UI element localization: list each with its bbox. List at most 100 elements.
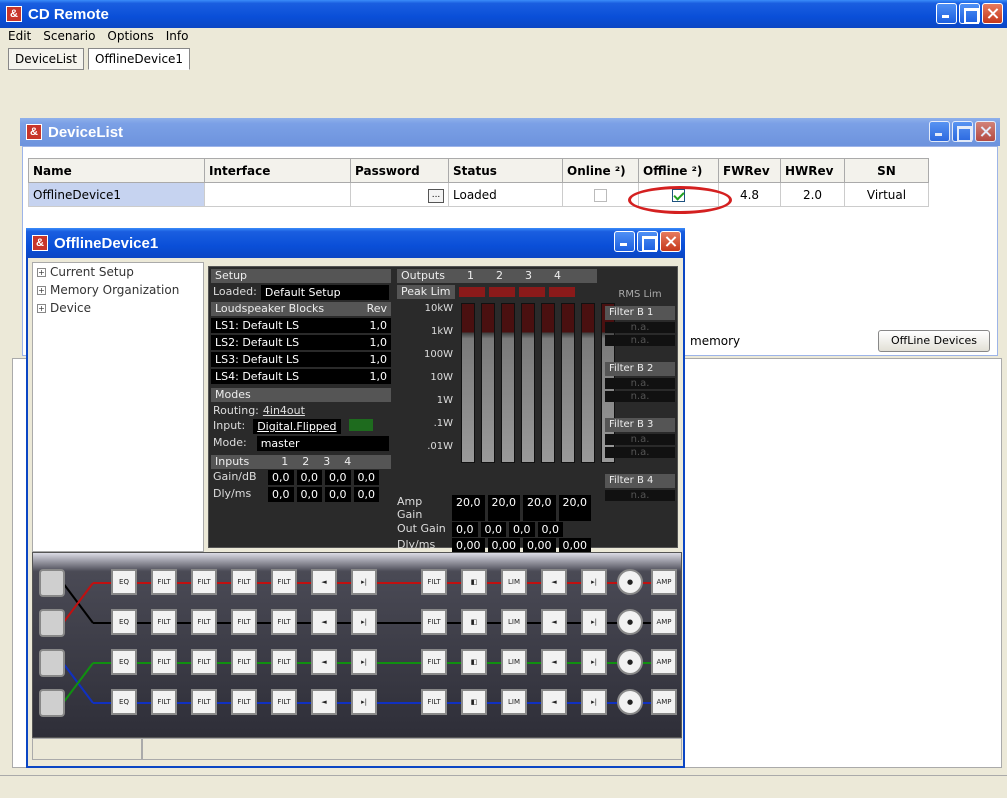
delay-block[interactable]: ▸| bbox=[351, 689, 377, 715]
out-gain-value[interactable]: 0,0 bbox=[480, 522, 506, 537]
delay-block[interactable]: ▸| bbox=[351, 649, 377, 675]
col-hwrev[interactable]: HWRev bbox=[780, 158, 845, 183]
filter-block[interactable]: FILT bbox=[271, 689, 297, 715]
gain-value[interactable]: 0,0 bbox=[268, 470, 294, 485]
offline-close-button[interactable] bbox=[660, 231, 681, 252]
filter-block[interactable]: FILT bbox=[151, 609, 177, 635]
dly-value[interactable]: 0,0 bbox=[296, 487, 322, 502]
tab-offlinedevice1[interactable]: OfflineDevice1 bbox=[88, 48, 191, 70]
online-checkbox[interactable] bbox=[594, 188, 607, 202]
password-button[interactable]: ... bbox=[428, 189, 444, 203]
table-row[interactable]: OfflineDevice1 ... Loaded 4.8 2.0 Virtua… bbox=[28, 182, 929, 207]
ls-row[interactable]: LS4: Default LS 1,0 bbox=[211, 369, 391, 384]
offline-maximize-button[interactable] bbox=[637, 231, 658, 252]
expand-icon[interactable]: + bbox=[37, 303, 46, 313]
filter-block[interactable]: FILT bbox=[151, 569, 177, 595]
input-connector-4[interactable] bbox=[39, 689, 65, 717]
menu-scenario[interactable]: Scenario bbox=[43, 29, 95, 43]
col-offline[interactable]: Offline ²) bbox=[638, 158, 719, 183]
dly-value[interactable]: 0,0 bbox=[268, 487, 294, 502]
limiter-block[interactable]: LIM bbox=[501, 569, 527, 595]
delay-block[interactable]: ▸| bbox=[351, 609, 377, 635]
eq-block[interactable]: EQ bbox=[111, 649, 137, 675]
filter-block[interactable]: FILT bbox=[151, 689, 177, 715]
offline-minimize-button[interactable] bbox=[614, 231, 635, 252]
output-gain-block[interactable]: ◄ bbox=[541, 569, 567, 595]
tree-item-device[interactable]: + Device bbox=[33, 299, 203, 317]
filter-block[interactable]: FILT bbox=[231, 649, 257, 675]
speaker-block[interactable]: ◧ bbox=[461, 609, 487, 635]
gain-block[interactable]: ◄ bbox=[311, 609, 337, 635]
eq-block[interactable]: EQ bbox=[111, 569, 137, 595]
filter-block[interactable]: FILT bbox=[271, 569, 297, 595]
expand-icon[interactable]: + bbox=[37, 267, 46, 277]
cell-password[interactable]: ... bbox=[350, 182, 449, 207]
output-delay-block[interactable]: ▸| bbox=[581, 689, 607, 715]
col-online[interactable]: Online ²) bbox=[562, 158, 639, 183]
eq-block[interactable]: EQ bbox=[111, 689, 137, 715]
expand-icon[interactable]: + bbox=[37, 285, 46, 295]
delay-block[interactable]: ▸| bbox=[351, 569, 377, 595]
ls-row[interactable]: LS3: Default LS 1,0 bbox=[211, 352, 391, 367]
cell-interface[interactable] bbox=[204, 182, 351, 207]
filter-block[interactable]: FILT bbox=[231, 689, 257, 715]
output-delay-block[interactable]: ▸| bbox=[581, 569, 607, 595]
filter-block[interactable]: FILT bbox=[191, 569, 217, 595]
menu-options[interactable]: Options bbox=[107, 29, 153, 43]
output-gain-block[interactable]: ◄ bbox=[541, 609, 567, 635]
cell-online[interactable] bbox=[562, 182, 639, 207]
filter-block[interactable]: FILT bbox=[271, 609, 297, 635]
col-name[interactable]: Name bbox=[28, 158, 205, 183]
col-password[interactable]: Password bbox=[350, 158, 449, 183]
gain-value[interactable]: 0,0 bbox=[353, 470, 379, 485]
output-connector[interactable]: ● bbox=[617, 649, 643, 675]
gain-value[interactable]: 0,0 bbox=[296, 470, 322, 485]
minimize-button[interactable] bbox=[936, 3, 957, 24]
out-dly-value[interactable]: 0,00 bbox=[487, 538, 520, 553]
output-gain-block[interactable]: ◄ bbox=[541, 649, 567, 675]
output-filter-block[interactable]: FILT bbox=[421, 689, 447, 715]
amp-block[interactable]: AMP bbox=[651, 689, 677, 715]
output-gain-block[interactable]: ◄ bbox=[541, 689, 567, 715]
dly-value[interactable]: 0,0 bbox=[353, 487, 379, 502]
filter-block[interactable]: FILT bbox=[191, 689, 217, 715]
filter-block[interactable]: FILT bbox=[191, 649, 217, 675]
maximize-button[interactable] bbox=[959, 3, 980, 24]
menu-edit[interactable]: Edit bbox=[8, 29, 31, 43]
filter-block[interactable]: FILT bbox=[231, 609, 257, 635]
limiter-block[interactable]: LIM bbox=[501, 689, 527, 715]
input-link[interactable]: Digital.Flipped bbox=[253, 419, 341, 434]
amp-gain-value[interactable]: 20,0 bbox=[523, 495, 556, 521]
amp-block[interactable]: AMP bbox=[651, 609, 677, 635]
input-connector-3[interactable] bbox=[39, 649, 65, 677]
dly-value[interactable]: 0,0 bbox=[325, 487, 351, 502]
out-dly-value[interactable]: 0,00 bbox=[558, 538, 591, 553]
out-dly-value[interactable]: 0,00 bbox=[452, 538, 485, 553]
out-dly-value[interactable]: 0,00 bbox=[523, 538, 556, 553]
ls-row[interactable]: LS1: Default LS 1,0 bbox=[211, 318, 391, 333]
limiter-block[interactable]: LIM bbox=[501, 649, 527, 675]
tree-item-current-setup[interactable]: + Current Setup bbox=[33, 263, 203, 281]
output-filter-block[interactable]: FILT bbox=[421, 649, 447, 675]
devicelist-minimize-button[interactable] bbox=[929, 121, 950, 142]
amp-gain-value[interactable]: 20,0 bbox=[558, 495, 591, 521]
filter-block[interactable]: FILT bbox=[231, 569, 257, 595]
cell-name[interactable]: OfflineDevice1 bbox=[28, 182, 205, 207]
gain-value[interactable]: 0,0 bbox=[325, 470, 351, 485]
out-gain-value[interactable]: 0,0 bbox=[509, 522, 535, 537]
amp-block[interactable]: AMP bbox=[651, 569, 677, 595]
output-connector[interactable]: ● bbox=[617, 609, 643, 635]
col-status[interactable]: Status bbox=[448, 158, 563, 183]
routing-link[interactable]: 4in4out bbox=[263, 404, 305, 417]
output-delay-block[interactable]: ▸| bbox=[581, 649, 607, 675]
close-button[interactable] bbox=[982, 3, 1003, 24]
speaker-block[interactable]: ◧ bbox=[461, 569, 487, 595]
devicelist-maximize-button[interactable] bbox=[952, 121, 973, 142]
filter-block[interactable]: FILT bbox=[151, 649, 177, 675]
speaker-block[interactable]: ◧ bbox=[461, 649, 487, 675]
out-gain-value[interactable]: 0,0 bbox=[537, 522, 563, 537]
gain-block[interactable]: ◄ bbox=[311, 649, 337, 675]
output-delay-block[interactable]: ▸| bbox=[581, 609, 607, 635]
out-gain-value[interactable]: 0,0 bbox=[452, 522, 478, 537]
speaker-block[interactable]: ◧ bbox=[461, 689, 487, 715]
